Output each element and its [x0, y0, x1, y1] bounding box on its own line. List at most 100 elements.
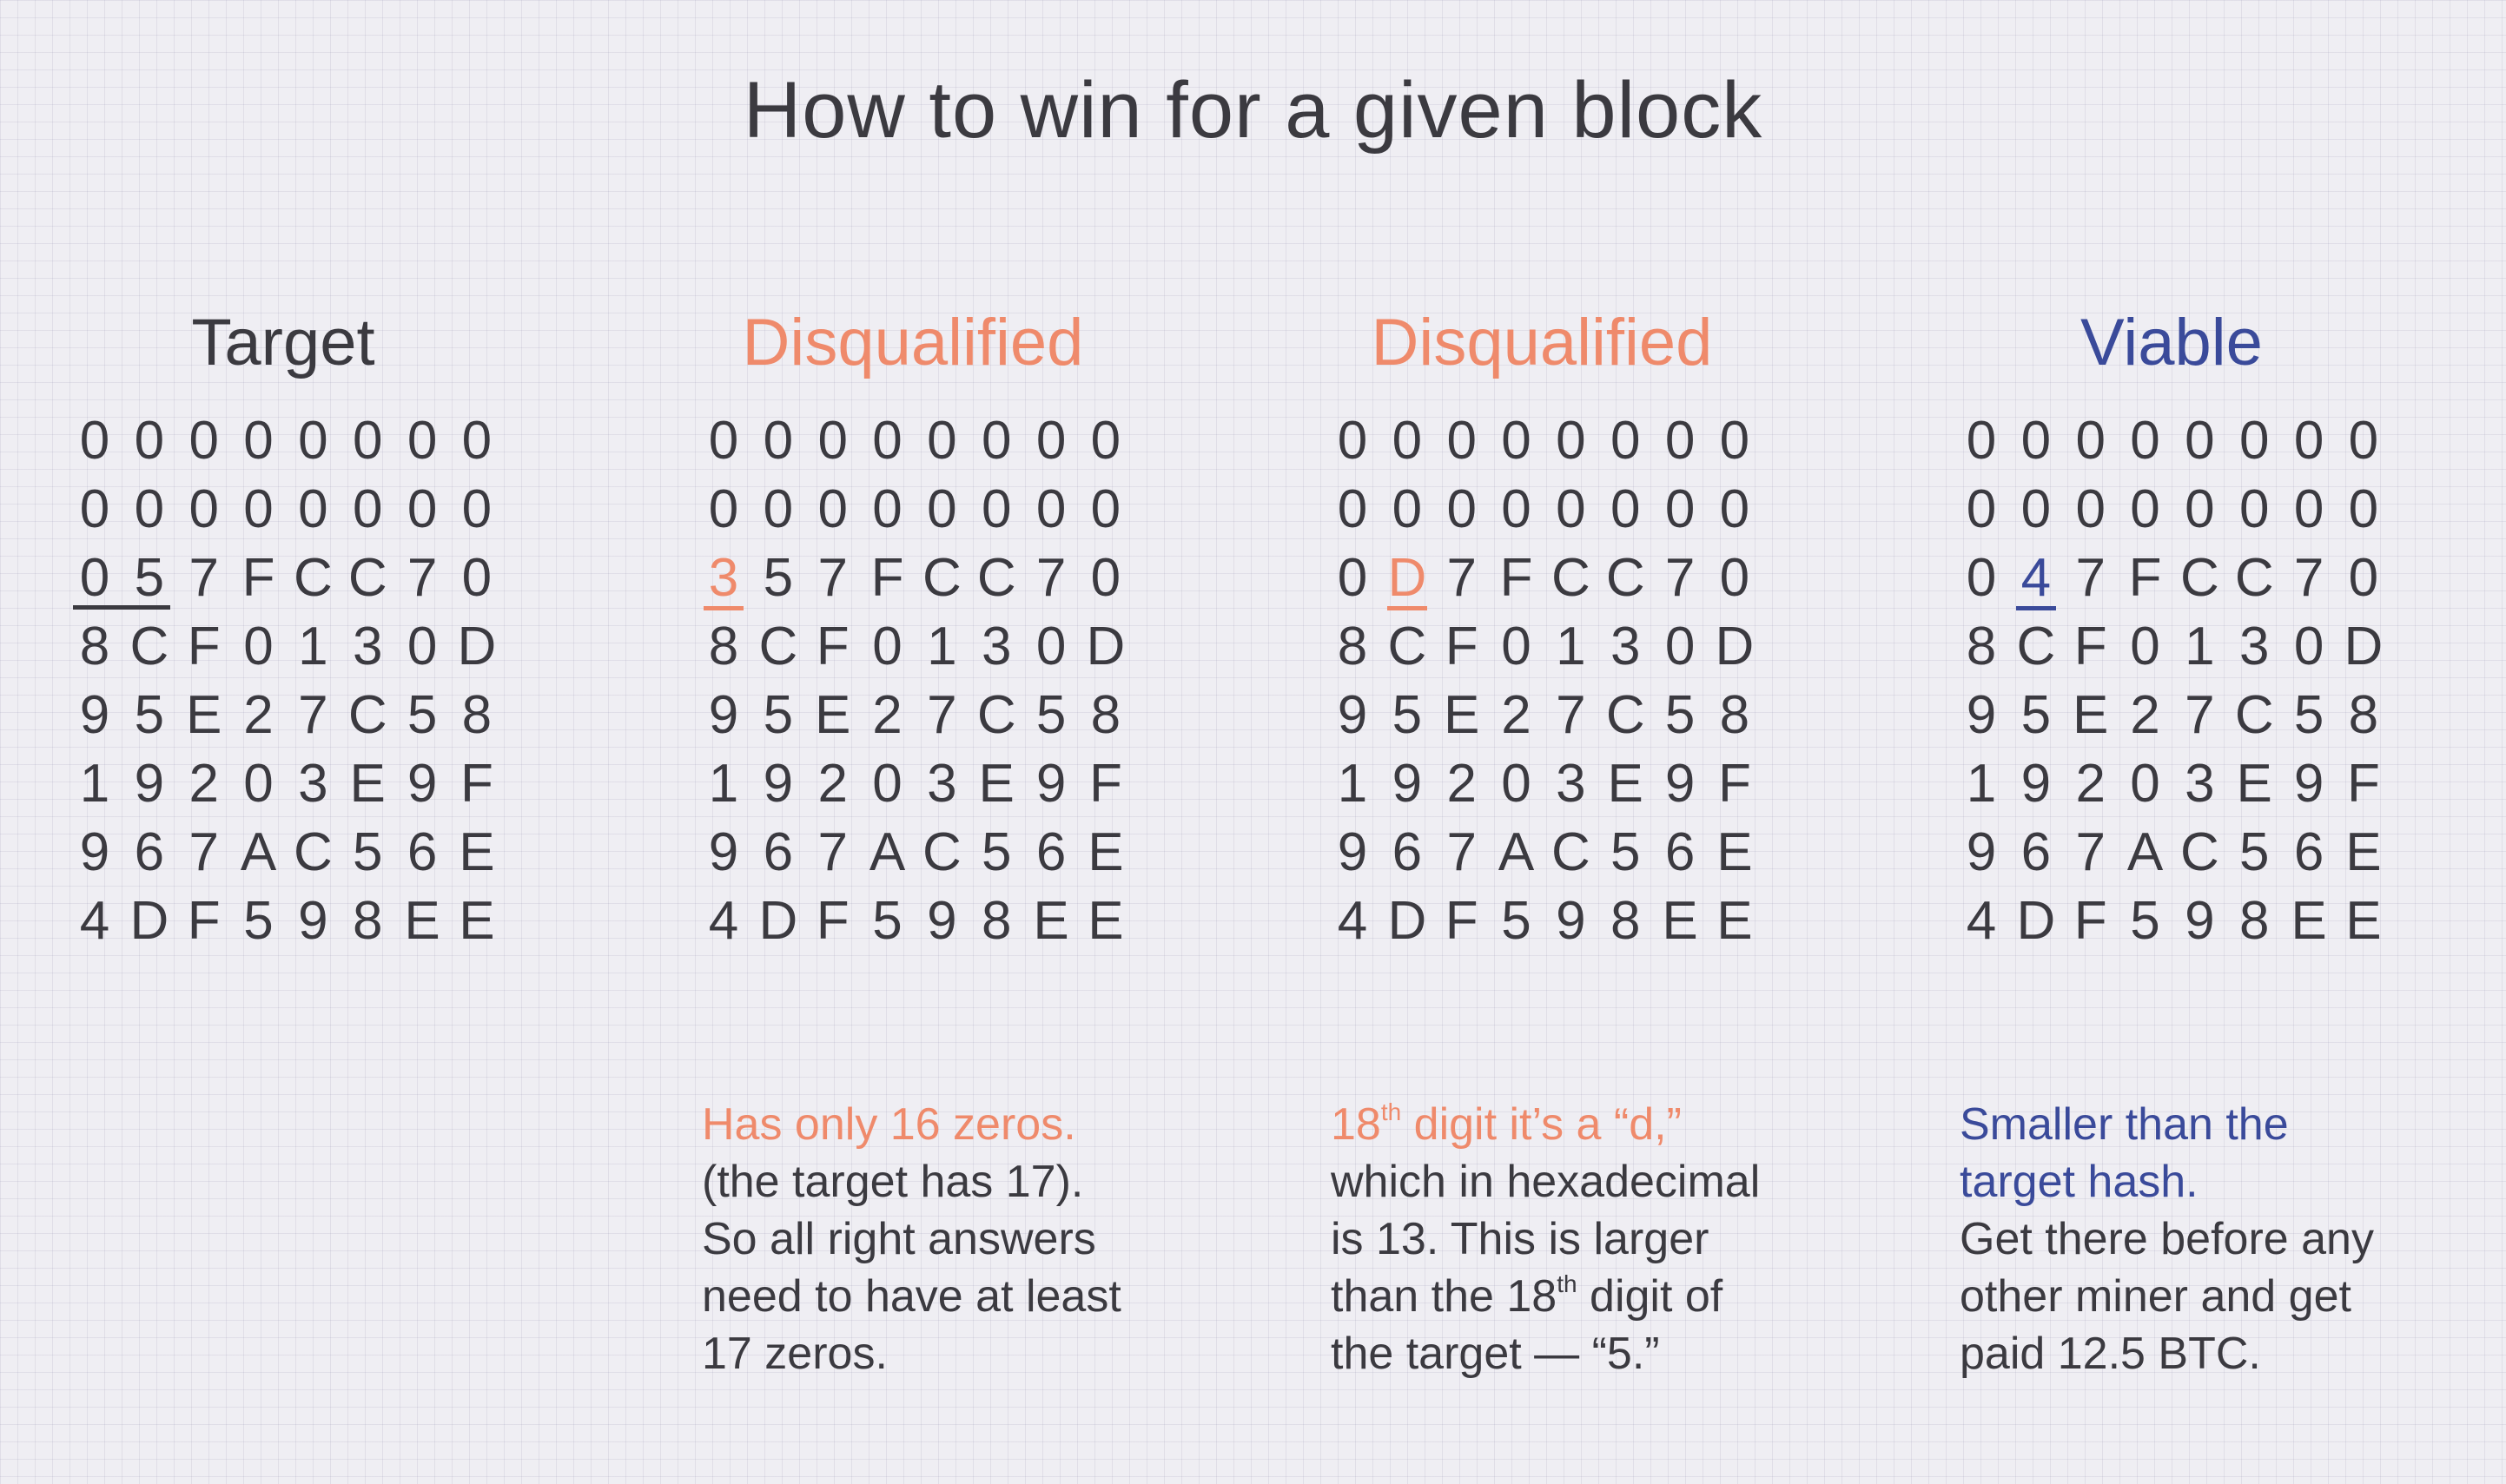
hash-row: 8CF0130D	[702, 612, 1127, 681]
hash-row: 4DF598EE	[1331, 887, 1756, 955]
hex-digit: C	[293, 548, 333, 608]
hex-digit: 0	[1035, 617, 1067, 676]
hash-row: 8CF0130D	[1960, 612, 2385, 681]
hex-digit: E	[186, 685, 222, 745]
hex-digit: 0	[1556, 479, 1586, 539]
hex-digit: 0	[1090, 411, 1121, 471]
hash-row: 19203E9F	[702, 749, 1127, 818]
hex-digit: 8	[2238, 891, 2270, 951]
heading-disqualified-2: Disqualified	[1371, 306, 1713, 379]
hex-digit: C	[2234, 548, 2274, 608]
hex-digit: F	[870, 548, 904, 608]
disqualified-2-reason: 18th digit it’s a “d,”	[1331, 1098, 1682, 1150]
hex-digit: 0	[2020, 411, 2052, 471]
hex-digit: 7	[2075, 548, 2106, 608]
hex-digit: 1	[1337, 754, 1368, 814]
hex-digit: 7	[1664, 548, 1696, 608]
hex-digit: 0	[352, 479, 383, 539]
hex-digit: 7	[1556, 685, 1586, 745]
hex-digit: F	[1445, 617, 1478, 676]
hex-digit: 0	[1719, 548, 1750, 608]
hex-digit: 0	[2238, 411, 2270, 471]
hex-digit: F	[187, 891, 221, 951]
hex-digit: 9	[763, 754, 794, 814]
hex-digit: 0	[708, 479, 739, 539]
hex-digit: D	[2016, 891, 2056, 951]
hash-row: 95E27C58	[1331, 681, 1756, 749]
hex-digit: 0	[817, 479, 848, 539]
hex-digit: 2	[2130, 685, 2160, 745]
hex-digit: C	[976, 685, 1016, 745]
hex-digit: 0	[2185, 411, 2215, 471]
hex-digit: 0	[981, 479, 1012, 539]
hex-digit: 2	[1446, 754, 1477, 814]
hex-digit: 7	[817, 822, 848, 882]
hex-digit: E	[2236, 754, 2272, 814]
hash-row: 057FCC70	[73, 544, 499, 612]
hex-digit: E	[978, 754, 1015, 814]
disqualified-1-description: Has only 16 zeros. (the target has 17). …	[702, 1096, 1188, 1382]
hex-digit: 0	[1501, 617, 1531, 676]
hex-digit: 9	[1337, 822, 1368, 882]
hash-row: 19203E9F	[1331, 749, 1756, 818]
hex-digit: E	[1662, 891, 1698, 951]
hex-digit: E	[815, 685, 851, 745]
hex-digit: 0	[2130, 617, 2160, 676]
hex-digit: 0	[1610, 411, 1641, 471]
hash-row: 00000000	[1960, 475, 2385, 544]
hex-digit: 6	[1664, 822, 1696, 882]
hex-digit: 3	[2238, 617, 2270, 676]
highlighted-digit: 3	[702, 544, 745, 612]
hex-digit: 5	[872, 891, 903, 951]
hex-digit: E	[2291, 891, 2327, 951]
hex-digit: 9	[2185, 891, 2215, 951]
hex-digit: A	[240, 822, 277, 882]
hex-digit: 7	[188, 548, 219, 608]
hex-digit: 0	[2238, 479, 2270, 539]
hex-digit: D	[1086, 617, 1126, 676]
hex-digit: 8	[1719, 685, 1750, 745]
hash-row: 967AC56E	[1331, 818, 1756, 887]
hex-digit: 9	[927, 891, 957, 951]
hex-digit: 1	[927, 617, 957, 676]
hex-digit: 9	[79, 685, 110, 745]
hex-digit: 9	[407, 754, 438, 814]
hash-row: 95E27C58	[1960, 681, 2385, 749]
hex-digit: 0	[763, 479, 794, 539]
hex-digit: 5	[243, 891, 274, 951]
hex-digit: 0	[817, 411, 848, 471]
hex-digit: 0	[981, 411, 1012, 471]
disqualified-2-description: 18th digit it’s a “d,” which in hexadeci…	[1331, 1096, 1817, 1382]
hex-digit: 0	[188, 479, 219, 539]
hex-digit: 0	[2293, 411, 2324, 471]
hex-digit: 2	[872, 685, 903, 745]
hex-digit: E	[459, 822, 495, 882]
hash-row: 967AC56E	[702, 818, 1127, 887]
hash-row: 4DF598EE	[702, 887, 1127, 955]
hex-digit: 0	[2348, 411, 2379, 471]
hex-digit: 5	[134, 685, 165, 745]
hash-row: 00000000	[1960, 406, 2385, 475]
desc-line: paid 12.5 BTC.	[1960, 1329, 2261, 1379]
hex-digit: E	[1088, 822, 1124, 882]
hash-row: 00000000	[73, 475, 499, 544]
hex-digit: C	[1605, 685, 1645, 745]
hex-digit: 7	[1446, 548, 1477, 608]
hash-row: 00000000	[702, 475, 1127, 544]
hex-digit: 5	[407, 685, 438, 745]
hex-digit: C	[2179, 548, 2219, 608]
hex-digit: C	[293, 822, 333, 882]
viable-description: Smaller than the target hash. Get there …	[1960, 1096, 2446, 1382]
desc-line: Get there before any	[1960, 1214, 2374, 1264]
disqualified-1-reason: Has only 16 zeros.	[702, 1099, 1076, 1150]
hex-digit: 0	[188, 411, 219, 471]
hex-digit: 6	[2293, 822, 2324, 882]
hex-digit: 8	[1966, 617, 1997, 676]
viable-reason: Smaller than the	[1960, 1099, 2289, 1150]
hex-digit: F	[816, 617, 850, 676]
hex-digit: D	[129, 891, 169, 951]
hex-digit: 0	[243, 411, 274, 471]
hex-digit: D	[457, 617, 497, 676]
hex-digit: 0	[1035, 411, 1067, 471]
hex-digit: 9	[134, 754, 165, 814]
